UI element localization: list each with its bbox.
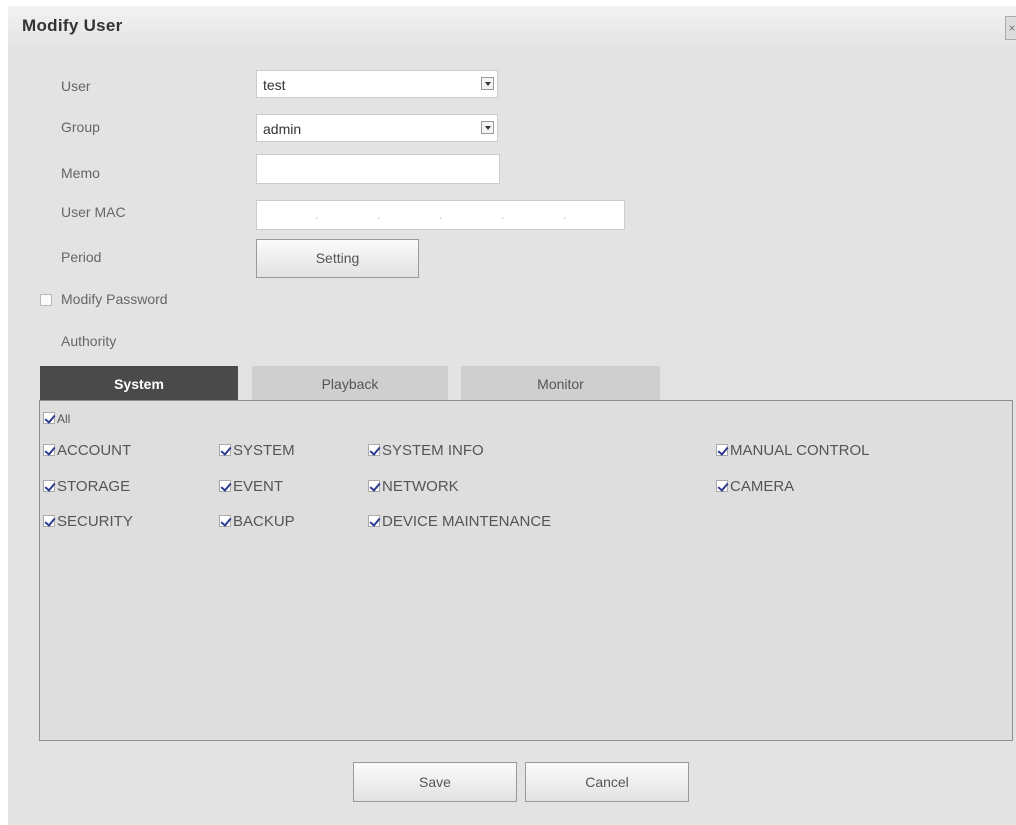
permission-all-label: All bbox=[57, 412, 71, 426]
group-select[interactable]: admin bbox=[256, 114, 498, 142]
memo-input[interactable] bbox=[256, 154, 500, 184]
permission-system[interactable]: SYSTEM bbox=[219, 442, 295, 459]
permission-label: BACKUP bbox=[233, 513, 295, 530]
checkbox-checked-icon[interactable] bbox=[368, 480, 380, 492]
tab-playback[interactable]: Playback bbox=[252, 366, 448, 402]
checkbox-checked-icon[interactable] bbox=[219, 444, 231, 456]
group-select-value: admin bbox=[263, 121, 302, 137]
permission-manual-control[interactable]: MANUAL CONTROL bbox=[716, 442, 869, 459]
permission-account[interactable]: ACCOUNT bbox=[43, 442, 131, 459]
permission-event[interactable]: EVENT bbox=[219, 478, 283, 495]
permission-camera[interactable]: CAMERA bbox=[716, 478, 794, 495]
user-mac-input[interactable]: . . . . . bbox=[256, 200, 625, 230]
permission-label: DEVICE MAINTENANCE bbox=[382, 513, 552, 530]
permission-label: EVENT bbox=[233, 478, 284, 495]
permission-label: ACCOUNT bbox=[57, 442, 132, 459]
checkbox-checked-icon[interactable] bbox=[716, 480, 728, 492]
chevron-down-icon[interactable] bbox=[481, 121, 494, 134]
permission-security[interactable]: SECURITY bbox=[43, 513, 133, 530]
permission-label: SYSTEM INFO bbox=[382, 442, 484, 459]
save-button[interactable]: Save bbox=[353, 762, 517, 802]
checkbox-checked-icon[interactable] bbox=[368, 515, 380, 527]
permission-label: SECURITY bbox=[57, 513, 133, 530]
checkbox-checked-icon[interactable] bbox=[43, 480, 55, 492]
permission-backup[interactable]: BACKUP bbox=[219, 513, 295, 530]
close-icon[interactable]: × bbox=[1005, 16, 1016, 40]
modify-password-label: Modify Password bbox=[61, 291, 168, 307]
permission-all[interactable]: All bbox=[43, 412, 70, 426]
modify-user-dialog: Modify User × User test Group admin Memo… bbox=[8, 6, 1016, 825]
checkbox-checked-icon[interactable] bbox=[716, 444, 728, 456]
checkbox-checked-icon[interactable] bbox=[368, 444, 380, 456]
chevron-down-icon[interactable] bbox=[481, 77, 494, 90]
permission-storage[interactable]: STORAGE bbox=[43, 478, 130, 495]
tab-system[interactable]: System bbox=[40, 366, 238, 402]
user-select[interactable]: test bbox=[256, 70, 498, 98]
tab-monitor[interactable]: Monitor bbox=[461, 366, 660, 402]
cancel-button[interactable]: Cancel bbox=[525, 762, 689, 802]
group-label: Group bbox=[61, 119, 100, 135]
checkbox-checked-icon[interactable] bbox=[43, 412, 55, 424]
checkbox-checked-icon[interactable] bbox=[43, 515, 55, 527]
user-label: User bbox=[61, 78, 91, 94]
permission-network[interactable]: NETWORK bbox=[368, 478, 459, 495]
user-select-value: test bbox=[263, 77, 286, 93]
checkbox-checked-icon[interactable] bbox=[219, 515, 231, 527]
dialog-title: Modify User bbox=[22, 16, 123, 35]
memo-label: Memo bbox=[61, 165, 100, 181]
period-setting-button[interactable]: Setting bbox=[256, 239, 419, 278]
dialog-titlebar: Modify User × bbox=[8, 6, 1016, 48]
period-label: Period bbox=[61, 249, 102, 265]
permission-label: STORAGE bbox=[57, 478, 131, 495]
checkbox-checked-icon[interactable] bbox=[43, 444, 55, 456]
permission-label: NETWORK bbox=[382, 478, 459, 495]
permission-label: MANUAL CONTROL bbox=[730, 442, 870, 459]
checkbox-checked-icon[interactable] bbox=[219, 480, 231, 492]
authority-label: Authority bbox=[61, 333, 117, 349]
permission-label: CAMERA bbox=[730, 478, 795, 495]
permission-system-info[interactable]: SYSTEM INFO bbox=[368, 442, 484, 459]
permission-label: SYSTEM bbox=[233, 442, 295, 459]
modify-password-checkbox[interactable] bbox=[40, 294, 52, 306]
user-mac-label: User MAC bbox=[61, 204, 126, 220]
permissions-panel: All ACCOUNT SYSTEM SYSTEM INFO MANUAL CO… bbox=[39, 400, 1013, 741]
permission-device-maintenance[interactable]: DEVICE MAINTENANCE bbox=[368, 513, 551, 530]
